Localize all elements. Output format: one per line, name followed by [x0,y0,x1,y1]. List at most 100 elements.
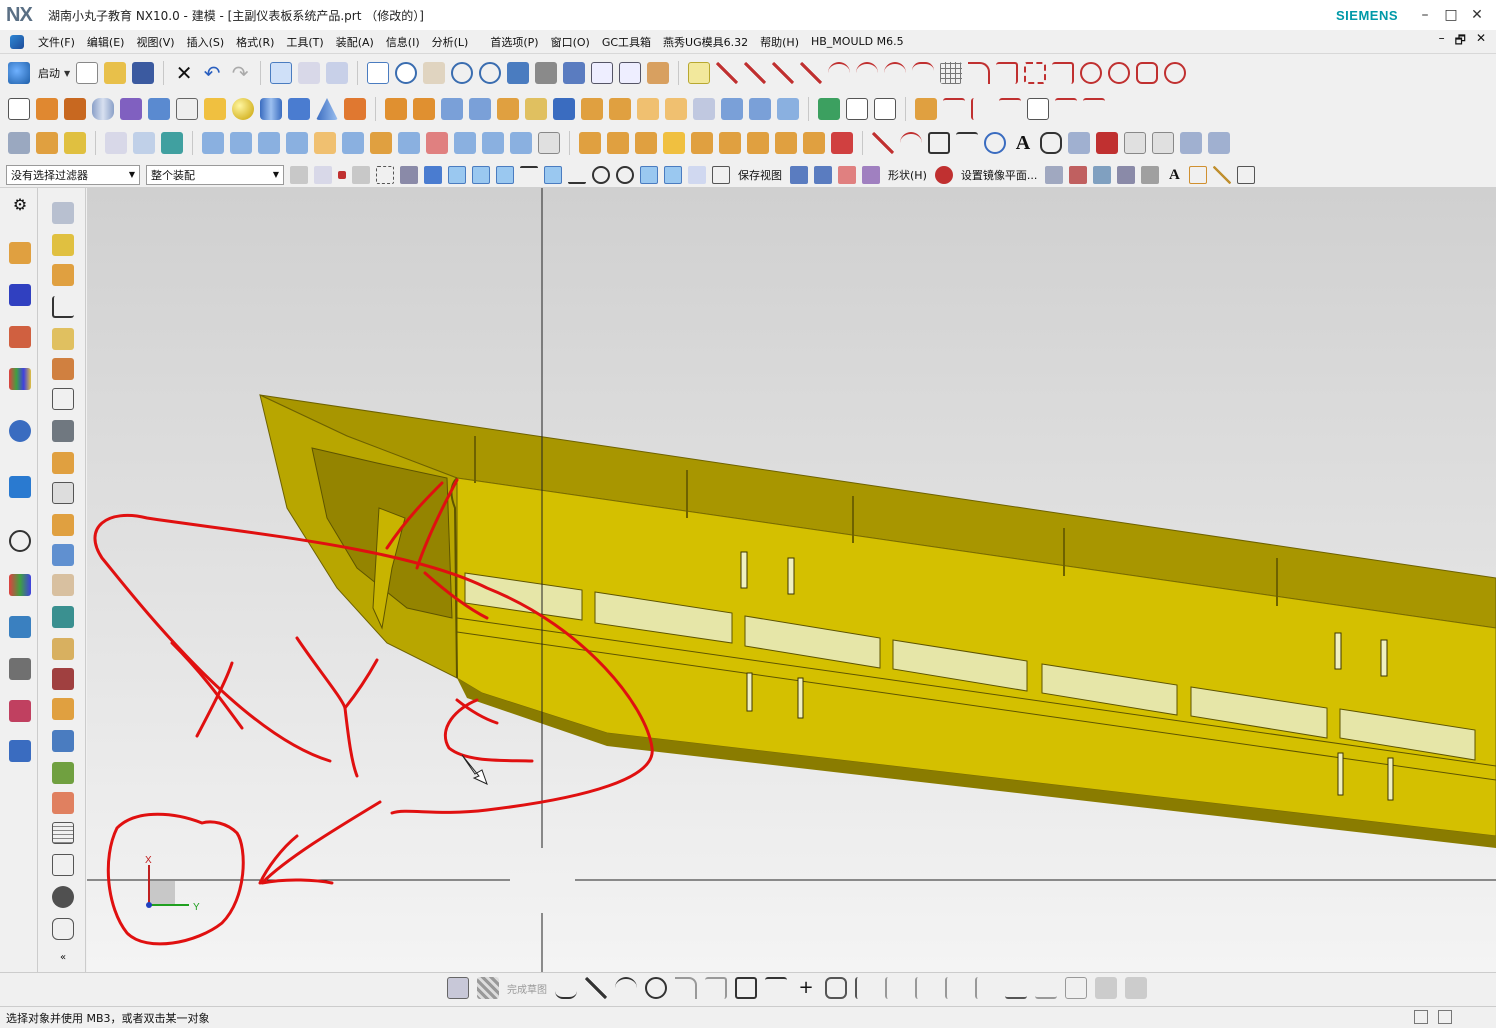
pattern-icon[interactable] [385,98,407,120]
menu-info[interactable]: 信息(I) [380,34,426,50]
select-all-icon[interactable] [290,165,308,184]
chamfer-icon[interactable] [693,98,715,120]
snap-line-icon[interactable] [496,165,514,184]
system-scene-icon[interactable] [9,740,31,762]
select-bodies-icon[interactable] [161,132,183,154]
cylinder-feature-icon[interactable] [92,98,114,120]
bridge-curve-icon[interactable] [1055,98,1077,120]
sketch-arc-tool-icon[interactable] [615,977,637,999]
orient-icon[interactable] [479,62,502,84]
finish-sketch-icon[interactable] [477,977,499,999]
close-button[interactable]: ✕ [1470,8,1484,22]
law-extension-icon[interactable] [510,132,532,154]
sketch-chamfer-tool-icon[interactable] [705,977,727,999]
v-tool-plane-icon[interactable] [52,358,74,380]
v-tool-bars-icon[interactable] [52,544,74,566]
select-point-icon[interactable] [338,170,346,179]
set-mirror-plane-button[interactable]: 设置镜像平面... [959,167,1040,183]
circle-center-icon[interactable] [1108,62,1131,84]
ellipse-icon[interactable] [1164,62,1187,84]
mold-cylinder-icon[interactable] [663,132,685,154]
sketch-fillet-tool-icon[interactable] [675,977,697,999]
ruled-icon[interactable] [370,132,392,154]
history-icon[interactable] [9,530,31,552]
v-tool-sketch-icon[interactable] [52,388,74,410]
rotate-icon[interactable] [451,62,474,84]
command-finder-icon[interactable] [270,62,293,84]
system-material-icon[interactable] [9,574,31,596]
constraint-nav-icon[interactable] [9,284,31,306]
move-face-icon[interactable] [818,98,840,120]
assembly-nav-icon[interactable] [9,242,31,264]
sketch-polygon-tool-icon[interactable] [765,977,787,999]
sketch-point-tool-icon[interactable]: + [795,977,817,999]
reference-set-icon[interactable] [1141,165,1160,184]
maximize-button[interactable]: □ [1444,8,1458,22]
region-icon[interactable] [1152,132,1174,154]
fillet-curve-icon[interactable] [968,62,991,84]
sketch-pattern-tool-icon[interactable] [975,977,997,999]
extrude-icon[interactable] [36,98,58,120]
snap-toggle-icon[interactable] [688,62,711,84]
v-tool-more-icon[interactable]: « [52,952,74,974]
start-icon[interactable] [8,62,30,84]
menu-gc-toolbox[interactable]: GC工具箱 [596,34,657,50]
select-faces-icon[interactable] [133,132,155,154]
view-clip-icon[interactable] [838,165,856,184]
grid-view-icon[interactable] [1237,165,1256,184]
process-studio-icon[interactable] [9,616,31,638]
selection-filter-dropdown[interactable]: 没有选择过滤器 ▼ [6,164,140,185]
v-tool-bucket-icon[interactable] [52,606,74,628]
mesh-surface-icon[interactable] [258,132,280,154]
datum-axis-icon[interactable] [744,62,767,84]
perspective-icon[interactable] [507,62,530,84]
menu-insert[interactable]: 插入(S) [181,34,231,50]
extend-curve-icon[interactable] [1052,62,1075,84]
copy-icon[interactable] [298,62,321,84]
curve-analysis-icon[interactable] [943,98,965,120]
sketch-line-icon[interactable] [872,132,894,154]
trim-curve-icon[interactable] [1024,62,1047,84]
arc-icon[interactable] [828,62,851,84]
rectangle-select-icon[interactable] [376,165,394,184]
snap-perpendicular-icon[interactable] [568,166,586,184]
cylinder-icon[interactable] [260,98,282,120]
n-sided-icon[interactable] [426,132,448,154]
sketch-more-tool-icon[interactable] [1125,977,1147,999]
v-tool-frame-icon[interactable] [52,698,74,720]
trim-sheet-icon[interactable] [454,132,476,154]
sketch-display-tool-icon[interactable] [1095,977,1117,999]
sew-icon[interactable] [749,98,771,120]
helix-icon[interactable] [884,62,907,84]
measure-line-icon[interactable] [1213,165,1232,184]
offset-region-icon[interactable] [1124,132,1146,154]
app-menu-icon[interactable] [10,34,24,49]
snap-quadrant-icon[interactable] [616,165,634,184]
zoom-icon[interactable] [395,62,418,84]
snap-intersection-icon[interactable] [688,165,706,184]
sketch-arc-icon[interactable] [900,132,922,154]
menu-view[interactable]: 视图(V) [130,34,180,50]
mate-icon[interactable] [64,132,86,154]
profile-icon[interactable] [555,977,577,999]
text-a-icon[interactable]: A [1165,166,1183,184]
point-cross-icon[interactable] [800,62,823,84]
menu-hb-mould[interactable]: HB_MOULD M6.5 [805,35,910,48]
unite-icon[interactable] [441,98,463,120]
menu-format[interactable]: 格式(R) [230,34,280,50]
view-camera-icon[interactable] [790,165,808,184]
v-tool-table-icon[interactable] [52,482,74,504]
v-tool-csys-icon[interactable] [52,296,74,318]
sketch-rectangle-tool-icon[interactable] [735,977,757,999]
mold-cavity-icon[interactable] [607,132,629,154]
snap-existing-icon[interactable] [640,165,658,184]
menu-yanxiu[interactable]: 燕秀UG模具6.32 [657,34,754,50]
rounded-rect-icon[interactable] [1136,62,1159,84]
box-icon[interactable] [288,98,310,120]
v-tool-2-icon[interactable] [52,234,74,256]
sketch-rect-icon[interactable] [928,132,950,154]
section-icon[interactable] [971,98,993,120]
settings-gear-icon[interactable]: ⚙ [9,194,31,216]
thicken-icon[interactable] [609,98,631,120]
sketch-task-icon[interactable] [447,977,469,999]
